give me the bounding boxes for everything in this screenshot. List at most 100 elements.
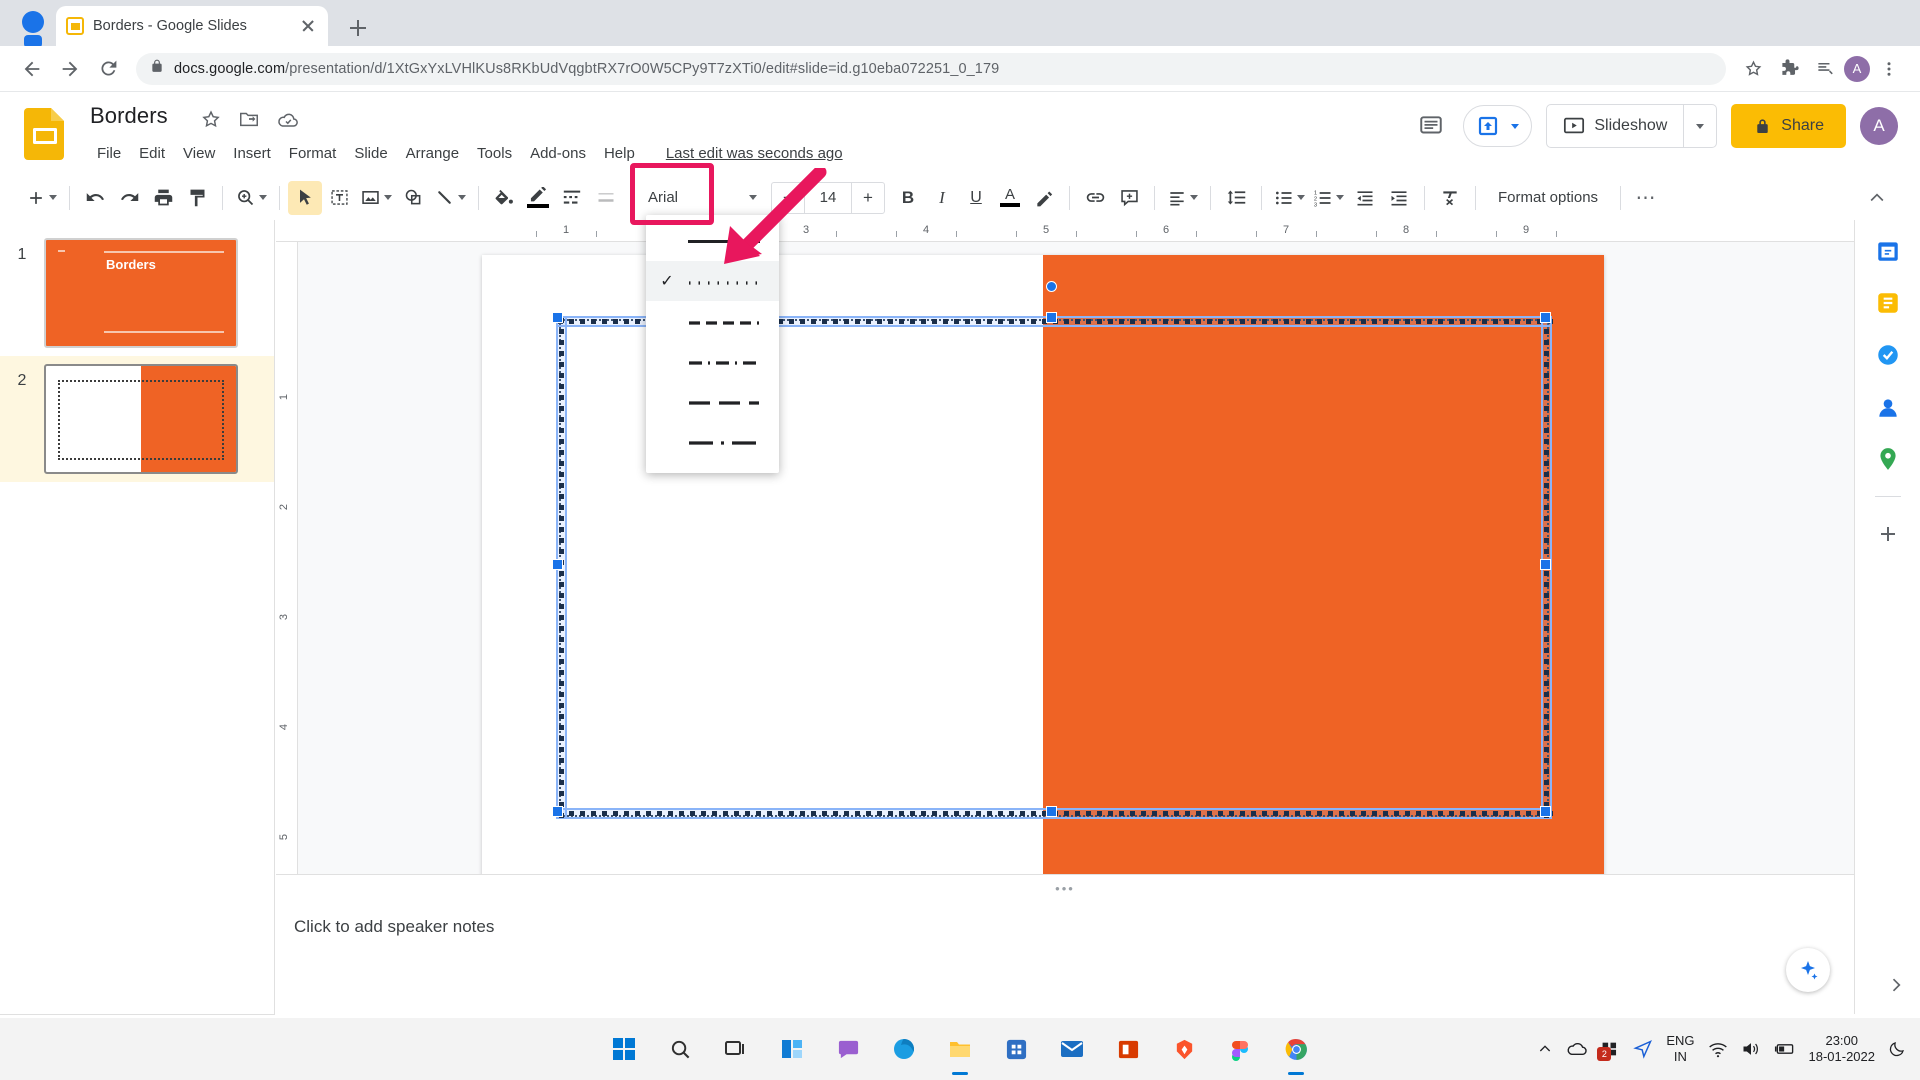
decrease-indent-icon[interactable]: [1348, 181, 1382, 215]
speaker-notes-panel[interactable]: ••• Click to add speaker notes: [276, 874, 1854, 1014]
underline-button[interactable]: U: [959, 181, 993, 215]
wifi-icon[interactable]: [1708, 1041, 1728, 1058]
slideshow-button[interactable]: Slideshow: [1546, 104, 1718, 148]
vertical-ruler[interactable]: 1 2 3 4 5: [276, 242, 298, 874]
dash-option-long-dash-dot[interactable]: [646, 421, 779, 461]
select-icon[interactable]: [288, 180, 322, 215]
line-spacing-icon[interactable]: [1219, 181, 1253, 215]
menu-addons[interactable]: Add-ons: [521, 142, 595, 165]
horizontal-ruler[interactable]: 1 2 3 4 5 6 7 8 9: [276, 220, 1854, 242]
slide-thumbnail[interactable]: [44, 364, 238, 474]
print-icon[interactable]: [146, 181, 180, 215]
more-toolbar-button[interactable]: ⋯: [1629, 181, 1663, 215]
task-view-icon[interactable]: [716, 1029, 756, 1069]
dash-option-dash-dot[interactable]: [646, 341, 779, 381]
extensions-icon[interactable]: [1772, 52, 1806, 86]
reload-icon[interactable]: [90, 51, 126, 87]
back-icon[interactable]: [14, 51, 50, 87]
do-not-disturb-moon-icon[interactable]: [1888, 1040, 1906, 1058]
text-box-icon[interactable]: [322, 181, 356, 215]
align-icon[interactable]: [1163, 181, 1202, 215]
rail-tasks-icon[interactable]: [1873, 340, 1903, 370]
widgets-icon[interactable]: [772, 1029, 812, 1069]
document-title[interactable]: Borders: [90, 103, 168, 129]
start-icon[interactable]: [604, 1029, 644, 1069]
rail-maps-icon[interactable]: [1873, 444, 1903, 474]
menu-format[interactable]: Format: [280, 142, 346, 165]
resize-handle-bm[interactable]: [1046, 806, 1057, 817]
add-comment-icon[interactable]: [1112, 181, 1146, 215]
explorer-icon[interactable]: [940, 1029, 980, 1069]
figma-icon[interactable]: [1220, 1029, 1260, 1069]
format-options-button[interactable]: Format options: [1484, 189, 1612, 206]
shape-icon[interactable]: [396, 181, 430, 215]
resize-handle-br[interactable]: [1540, 806, 1551, 817]
chat-icon[interactable]: [828, 1029, 868, 1069]
paint-format-icon[interactable]: [180, 181, 214, 215]
rotate-handle[interactable]: [1046, 281, 1057, 292]
insert-link-icon[interactable]: [1078, 181, 1112, 215]
expand-rail-icon[interactable]: [1886, 975, 1906, 1000]
bookmark-star-icon[interactable]: [1736, 52, 1770, 86]
resize-handle-tm[interactable]: [1046, 312, 1057, 323]
text-color-button[interactable]: A: [993, 181, 1027, 215]
explore-button[interactable]: [1786, 948, 1830, 992]
share-button[interactable]: Share: [1731, 104, 1846, 148]
edge-icon[interactable]: [884, 1029, 924, 1069]
notes-resize-grip[interactable]: •••: [1055, 881, 1075, 896]
menu-insert[interactable]: Insert: [224, 142, 280, 165]
battery-icon[interactable]: [1774, 1041, 1796, 1057]
search-icon[interactable]: [660, 1029, 700, 1069]
rail-keep-icon[interactable]: [1873, 288, 1903, 318]
redo-icon[interactable]: [112, 181, 146, 215]
notification-center-icon[interactable]: 2: [1597, 1041, 1620, 1061]
chrome-menu-icon[interactable]: [1872, 52, 1906, 86]
image-icon[interactable]: [356, 181, 396, 215]
menu-arrange[interactable]: Arrange: [397, 142, 468, 165]
rail-add-icon[interactable]: [1873, 519, 1903, 549]
last-edit-status[interactable]: Last edit was seconds ago: [666, 145, 843, 162]
highlight-color-icon[interactable]: [1027, 181, 1061, 215]
border-dash-icon[interactable]: [555, 181, 589, 215]
filmstrip-slide-2[interactable]: 2: [0, 356, 274, 482]
fill-color-icon[interactable]: [487, 181, 521, 215]
increase-indent-icon[interactable]: [1382, 181, 1416, 215]
menu-view[interactable]: View: [174, 142, 224, 165]
rail-calendar-icon[interactable]: [1873, 236, 1903, 266]
present-to-meeting-button[interactable]: [1463, 105, 1533, 147]
clear-formatting-icon[interactable]: [1433, 181, 1467, 215]
brave-icon[interactable]: [1164, 1029, 1204, 1069]
border-weight-icon[interactable]: [589, 181, 623, 215]
resize-handle-tl[interactable]: [552, 312, 563, 323]
menu-edit[interactable]: Edit: [130, 142, 174, 165]
office-icon[interactable]: [1108, 1029, 1148, 1069]
close-icon[interactable]: [298, 16, 318, 36]
clock[interactable]: 23:00 18-01-2022: [1809, 1033, 1876, 1065]
menu-help[interactable]: Help: [595, 142, 644, 165]
zoom-icon[interactable]: [231, 181, 271, 215]
menu-file[interactable]: File: [88, 142, 130, 165]
border-color-icon[interactable]: [521, 181, 555, 215]
chevron-down-icon[interactable]: [1511, 123, 1520, 129]
font-size-increase[interactable]: +: [852, 183, 884, 213]
numbered-list-icon[interactable]: 123: [1309, 181, 1348, 215]
chrome-icon[interactable]: [1276, 1029, 1316, 1069]
filmstrip-slide-1[interactable]: 1 Borders: [0, 230, 274, 356]
reading-list-icon[interactable]: [1808, 52, 1842, 86]
bold-button[interactable]: B: [891, 181, 925, 215]
cloud-saved-icon[interactable]: [276, 108, 300, 132]
bulleted-list-icon[interactable]: [1270, 181, 1309, 215]
mail-icon[interactable]: [1052, 1029, 1092, 1069]
location-icon[interactable]: [1633, 1039, 1653, 1059]
undo-icon[interactable]: [78, 181, 112, 215]
dash-option-long-dash[interactable]: [646, 381, 779, 421]
dash-option-dashed[interactable]: [646, 301, 779, 341]
menu-tools[interactable]: Tools: [468, 142, 521, 165]
resize-handle-tr[interactable]: [1540, 312, 1551, 323]
speaker-notes-placeholder[interactable]: Click to add speaker notes: [294, 917, 494, 937]
language-indicator[interactable]: ENG IN: [1666, 1033, 1694, 1065]
slideshow-options-chevron[interactable]: [1683, 105, 1716, 147]
comment-history-icon[interactable]: [1413, 108, 1449, 144]
line-icon[interactable]: [430, 181, 470, 215]
new-tab-button[interactable]: [344, 14, 372, 42]
